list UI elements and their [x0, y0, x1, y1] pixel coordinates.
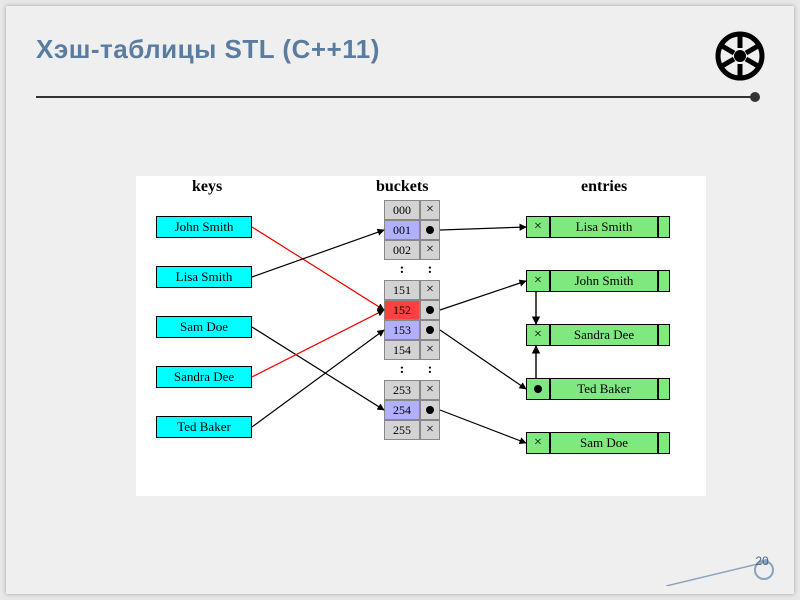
key-item: Ted Baker [156, 416, 252, 438]
bucket-ptr [420, 400, 440, 420]
bucket-ptr: × [420, 200, 440, 220]
divider [36, 96, 756, 98]
column-header-buckets: buckets [376, 178, 428, 196]
bucket-ptr: × [420, 280, 440, 300]
bucket-ptr: × [420, 380, 440, 400]
key-item: Sam Doe [156, 316, 252, 338]
entry-item: ×Sandra Dee [526, 324, 670, 346]
ellipsis: : [420, 362, 440, 378]
gear-icon [710, 26, 770, 86]
bucket-ptr [420, 320, 440, 340]
bucket-index: 001 [384, 220, 420, 240]
entry-item: ×John Smith [526, 270, 670, 292]
column-header-keys: keys [192, 178, 222, 196]
page-title: Хэш-таблицы STL (C++11) [36, 34, 380, 65]
column-header-entries: entries [581, 178, 627, 196]
bucket-ptr: × [420, 420, 440, 440]
bucket-index: 253 [384, 380, 420, 400]
bucket-ptr: × [420, 240, 440, 260]
entry-item: ×Lisa Smith [526, 216, 670, 238]
hash-table-diagram: keys buckets entries John Smith Lisa Smi… [136, 176, 706, 496]
bucket-ptr: × [420, 340, 440, 360]
entry-item: Ted Baker [526, 378, 670, 400]
bucket-ptr [420, 220, 440, 240]
ellipsis: : [384, 262, 420, 278]
key-item: John Smith [156, 216, 252, 238]
bucket-index: 152 [384, 300, 420, 320]
bucket-index: 154 [384, 340, 420, 360]
ellipsis: : [420, 262, 440, 278]
bucket-index: 151 [384, 280, 420, 300]
key-item: Sandra Dee [156, 366, 252, 388]
bucket-index: 002 [384, 240, 420, 260]
key-item: Lisa Smith [156, 266, 252, 288]
ellipsis: : [384, 362, 420, 378]
bucket-index: 000 [384, 200, 420, 220]
page-number: 20 [748, 554, 776, 582]
bucket-index: 153 [384, 320, 420, 340]
entry-item: ×Sam Doe [526, 432, 670, 454]
bucket-index: 255 [384, 420, 420, 440]
bucket-ptr [420, 300, 440, 320]
bucket-index: 254 [384, 400, 420, 420]
